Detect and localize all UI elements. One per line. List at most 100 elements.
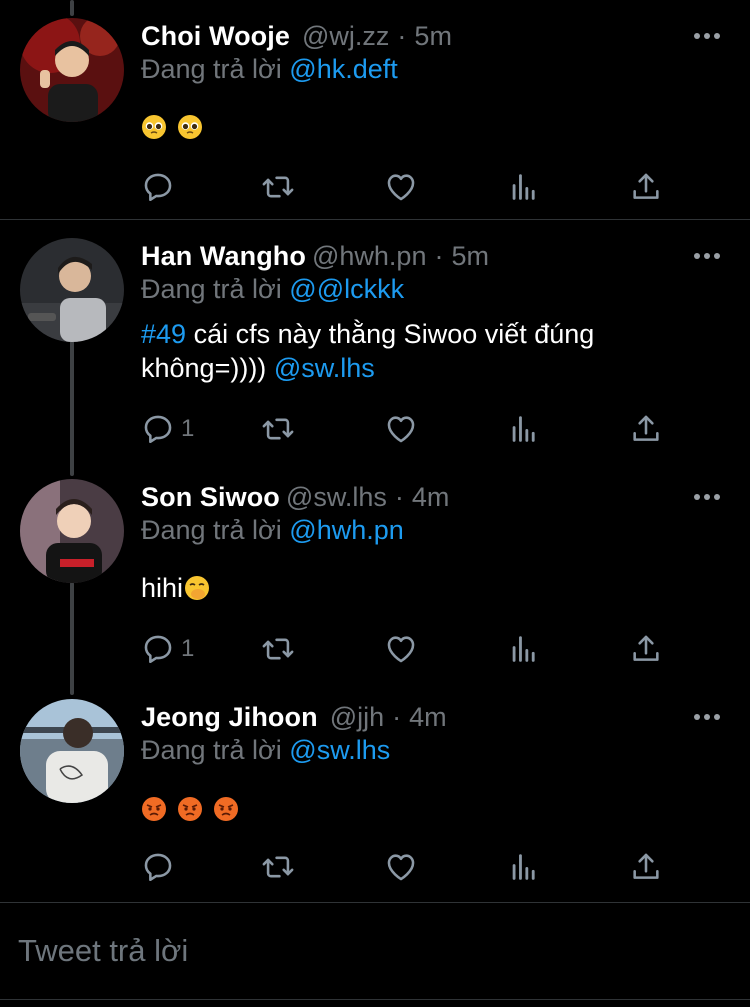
reply-count: 1	[181, 415, 195, 442]
reply-input-placeholder[interactable]: Tweet trả lời	[18, 933, 188, 969]
analytics-button[interactable]	[507, 409, 541, 449]
pleading-face-emoji	[141, 113, 167, 139]
timestamp[interactable]: 5m	[451, 241, 489, 272]
thread-line	[70, 0, 74, 16]
author-handle[interactable]: @hwh.pn	[312, 241, 426, 272]
timestamp[interactable]: 4m	[409, 702, 447, 733]
tweet-actions: 1	[141, 629, 686, 669]
tweet-text-line: không=))))	[141, 353, 274, 383]
retweet-icon	[262, 638, 294, 660]
mention-link[interactable]: @hk.deft	[289, 54, 397, 84]
tweet[interactable]: Jeong Jihoon @jjh · 4m Đang trả lời @sw.…	[0, 697, 750, 902]
like-button[interactable]	[384, 167, 418, 207]
reply-button[interactable]	[141, 847, 181, 887]
like-button[interactable]	[384, 629, 418, 669]
replying-to: Đang trả lời @hk.deft	[141, 54, 398, 85]
author-name[interactable]: Jeong Jihoon	[141, 702, 318, 733]
author-name[interactable]: Choi Wooje	[141, 21, 290, 52]
retweet-button[interactable]	[261, 409, 295, 449]
retweet-icon	[262, 176, 294, 198]
author-handle[interactable]: @wj.zz	[302, 21, 389, 52]
share-icon	[633, 853, 659, 879]
tweet-text: #49 cái cfs này thằng Siwoo viết đúng kh…	[141, 316, 594, 386]
tweet-actions	[141, 847, 686, 887]
mention-link[interactable]: @sw.lhs	[274, 353, 375, 383]
angry-face-emoji	[213, 795, 239, 821]
mention-link[interactable]: @@lckkk	[289, 274, 404, 304]
avatar[interactable]	[20, 699, 124, 803]
author-name[interactable]: Son Siwoo	[141, 482, 280, 513]
tweet-text-line: hihi	[141, 573, 184, 603]
hand-over-mouth-face-emoji	[184, 574, 210, 600]
pleading-face-emoji	[177, 113, 203, 139]
reply-icon	[144, 853, 172, 882]
replying-to-label: Đang trả lời	[141, 54, 282, 84]
separator-dot: ·	[392, 701, 402, 732]
like-button[interactable]	[384, 847, 418, 887]
hashtag-link[interactable]: #49	[141, 319, 186, 349]
like-button[interactable]	[384, 409, 418, 449]
author-name[interactable]: Han Wangho	[141, 241, 306, 272]
replying-to-label: Đang trả lời	[141, 735, 282, 765]
reply-icon	[144, 635, 172, 664]
tweet-divider	[0, 219, 750, 220]
bottom-divider	[0, 999, 750, 1000]
analytics-icon	[512, 854, 535, 880]
analytics-button[interactable]	[507, 629, 541, 669]
more-options-icon[interactable]	[694, 485, 720, 509]
timestamp[interactable]: 5m	[414, 21, 452, 52]
heart-icon	[387, 854, 415, 881]
timestamp[interactable]: 4m	[412, 482, 450, 513]
share-button[interactable]	[629, 409, 663, 449]
share-icon	[633, 635, 659, 661]
analytics-icon	[512, 636, 535, 662]
replying-to: Đang trả lời @@lckkk	[141, 274, 404, 305]
analytics-button[interactable]	[507, 167, 541, 207]
mention-link[interactable]: @hwh.pn	[289, 515, 403, 545]
reply-icon	[144, 415, 172, 444]
avatar[interactable]	[20, 238, 124, 342]
tweet-text	[141, 791, 249, 827]
share-button[interactable]	[629, 847, 663, 887]
separator-dot: ·	[397, 20, 407, 51]
replying-to-label: Đang trả lời	[141, 515, 282, 545]
retweet-icon	[262, 856, 294, 878]
angry-face-emoji	[141, 795, 167, 821]
analytics-icon	[512, 416, 535, 442]
analytics-icon	[512, 174, 535, 200]
tweet-text-line: cái cfs này thằng Siwoo viết đúng	[186, 319, 595, 349]
tweet[interactable]: Choi Wooje @wj.zz · 5m Đang trả lời @hk.…	[0, 16, 750, 218]
reply-button[interactable]: 1	[141, 629, 194, 669]
share-button[interactable]	[629, 629, 663, 669]
retweet-icon	[262, 418, 294, 440]
retweet-button[interactable]	[261, 847, 295, 887]
tweet[interactable]: Son Siwoo @sw.lhs · 4m Đang trả lời @hwh…	[0, 477, 750, 687]
reply-count: 1	[181, 635, 195, 662]
analytics-button[interactable]	[507, 847, 541, 887]
retweet-button[interactable]	[261, 629, 295, 669]
author-handle[interactable]: @sw.lhs	[286, 482, 387, 513]
more-options-icon[interactable]	[694, 24, 720, 48]
more-options-icon[interactable]	[694, 705, 720, 729]
heart-icon	[387, 174, 415, 201]
separator-dot: ·	[394, 481, 404, 512]
tweet-actions	[141, 167, 686, 207]
author-handle[interactable]: @jjh	[330, 702, 384, 733]
retweet-button[interactable]	[261, 167, 295, 207]
heart-icon	[387, 416, 415, 443]
share-icon	[633, 415, 659, 441]
more-options-icon[interactable]	[694, 244, 720, 268]
mention-link[interactable]: @sw.lhs	[289, 735, 390, 765]
heart-icon	[387, 636, 415, 663]
separator-dot: ·	[434, 240, 444, 271]
replying-to: Đang trả lời @hwh.pn	[141, 515, 404, 546]
reply-input[interactable]: Tweet trả lời	[0, 903, 750, 999]
avatar[interactable]	[20, 18, 124, 122]
reply-icon	[144, 173, 172, 202]
share-button[interactable]	[629, 167, 663, 207]
replying-to: Đang trả lời @sw.lhs	[141, 735, 390, 766]
reply-button[interactable]: 1	[141, 409, 194, 449]
tweet[interactable]: Han Wangho @hwh.pn · 5m Đang trả lời @@l…	[0, 236, 750, 466]
reply-button[interactable]	[141, 167, 181, 207]
avatar[interactable]	[20, 479, 124, 583]
